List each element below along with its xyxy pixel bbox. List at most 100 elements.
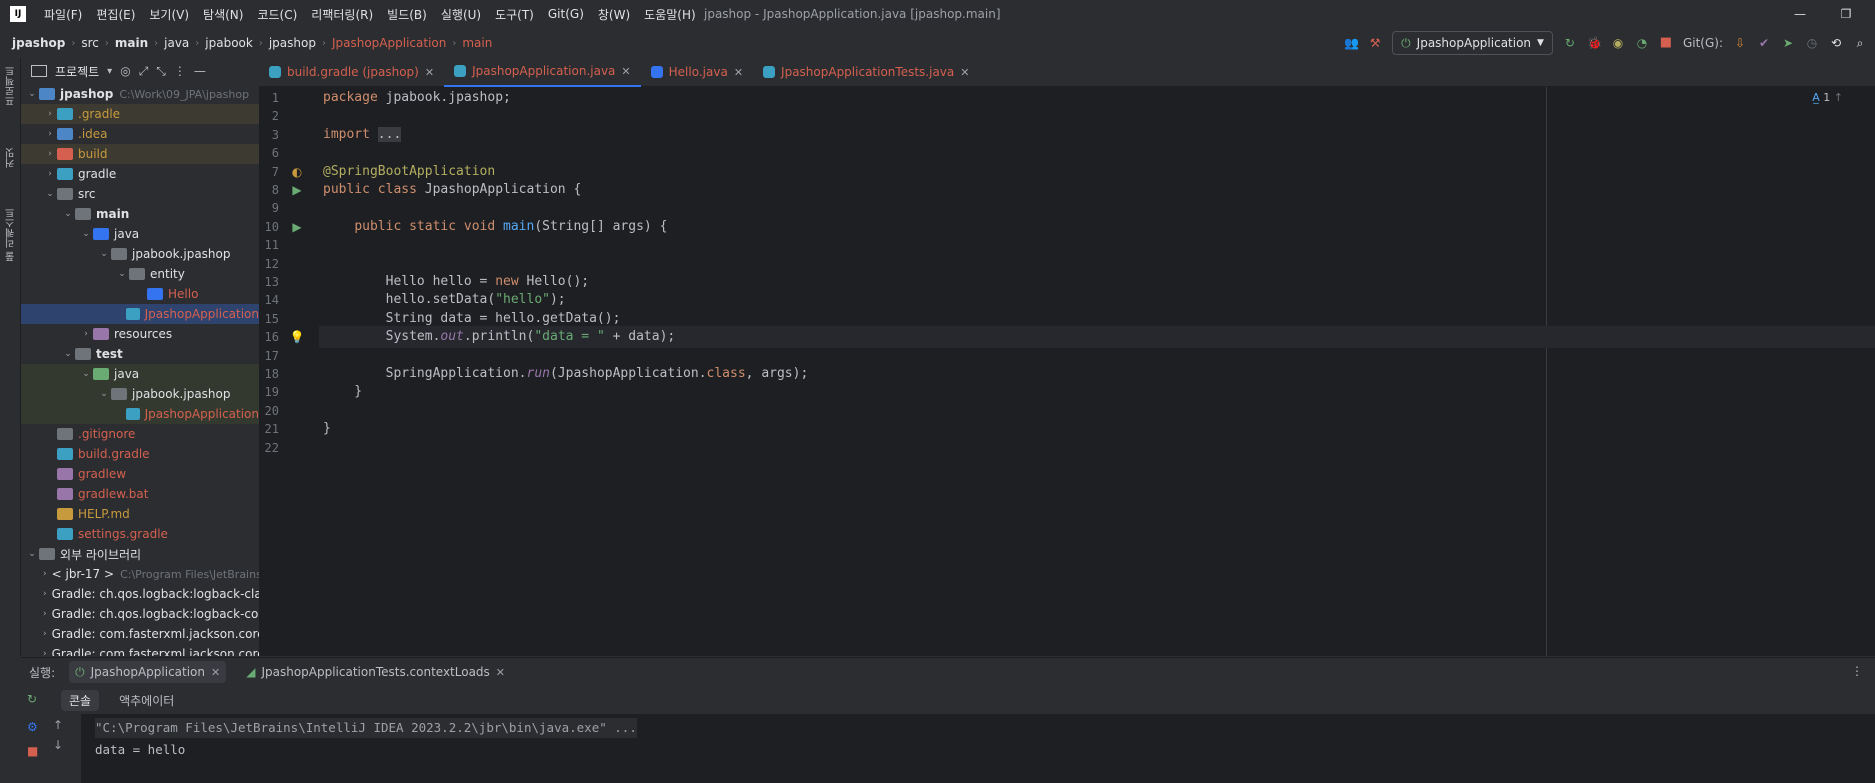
menu-item-5[interactable]: 리팩터링(R) (311, 6, 373, 23)
minimize-icon[interactable]: — (1790, 4, 1810, 24)
tree-item[interactable]: HELP.md (21, 504, 259, 524)
tree-item[interactable]: ⌄ jpabook.jpashop (21, 244, 259, 264)
tree-item[interactable]: settings.gradle (21, 524, 259, 544)
tree-item[interactable]: ⌄ test (21, 344, 259, 364)
breadcrumb-item[interactable]: main (115, 36, 148, 50)
console-tab[interactable]: 콘솔 (61, 689, 100, 711)
menu-item-9[interactable]: Git(G) (548, 7, 584, 21)
tree-item[interactable]: .gitignore (21, 424, 259, 444)
tree-item[interactable]: ⌄ entity (21, 264, 259, 284)
breadcrumb-item[interactable]: JpashopApplication (332, 36, 446, 50)
rerun-icon[interactable]: ↻ (1563, 36, 1577, 50)
chevron-down-icon[interactable]: ⌄ (79, 229, 93, 239)
actuator-tab[interactable]: 액추에이터 (119, 692, 174, 709)
chevron-down-icon[interactable]: ⌄ (25, 89, 39, 99)
tree-item[interactable]: ⌄ java (21, 364, 259, 384)
tree-item[interactable]: gradlew.bat (21, 484, 259, 504)
tree-item[interactable]: ⌄ src (21, 184, 259, 204)
chevron-down-icon[interactable]: ⌄ (79, 369, 93, 379)
restore-icon[interactable]: ❐ (1836, 4, 1856, 24)
pull-requests-tool-button[interactable]: 풀 리퀘스트 (4, 208, 19, 261)
users-icon[interactable]: 👥 (1344, 36, 1359, 50)
tree-item[interactable]: › Gradle: ch.qos.logback:logback-classic (21, 584, 259, 604)
chevron-right-icon[interactable]: › (43, 169, 57, 179)
chevron-right-icon[interactable]: › (43, 609, 47, 619)
breadcrumb-item[interactable]: jpabook (205, 36, 253, 50)
chevron-right-icon[interactable]: › (43, 649, 47, 656)
tree-item[interactable]: › gradle (21, 164, 259, 184)
chevron-down-icon[interactable]: ⌄ (97, 389, 111, 399)
chevron-right-icon[interactable]: › (43, 149, 57, 159)
build-hammer-icon[interactable]: ⚒ (1368, 36, 1382, 50)
tree-item[interactable]: › < jbr-17 > C:\Program Files\JetBrains (21, 564, 259, 584)
run-tab[interactable]: ⏻ JpashopApplication ✕ (69, 661, 227, 683)
run-gutter-icon[interactable]: ▶ (289, 216, 305, 238)
arrow-down-icon[interactable]: ↓ (53, 738, 63, 752)
chevron-down-icon[interactable]: ▾ (107, 66, 112, 77)
run-gutter-icon[interactable]: ▶ (289, 179, 305, 201)
chevron-down-icon[interactable]: ⌄ (97, 249, 111, 259)
tree-item[interactable]: ⌄ main (21, 204, 259, 224)
menu-item-8[interactable]: 도구(T) (495, 6, 534, 23)
close-icon[interactable]: ✕ (621, 65, 630, 78)
breadcrumb-item[interactable]: jpashop (269, 36, 316, 50)
tree-item[interactable]: › build (21, 144, 259, 164)
tree-item[interactable]: › resources (21, 324, 259, 344)
stop-icon[interactable]: ■ (1659, 36, 1673, 50)
line-number[interactable]: 22 (249, 437, 279, 459)
chevron-down-icon[interactable]: ⌄ (25, 549, 39, 559)
menu-item-3[interactable]: 탐색(N) (203, 6, 243, 23)
hide-panel-icon[interactable]: — (194, 64, 206, 78)
code-line[interactable]: System.out.println("data = " + data); (323, 326, 676, 348)
chevron-right-icon[interactable]: › (43, 589, 47, 599)
chevron-right-icon[interactable]: › (43, 629, 47, 639)
stop-icon[interactable]: ■ (27, 744, 38, 758)
tree-item[interactable]: ⌄ java (21, 224, 259, 244)
menu-item-0[interactable]: 파일(F) (44, 6, 82, 23)
close-icon[interactable]: ✕ (211, 666, 220, 679)
arrow-up-icon[interactable]: ↑ (53, 718, 63, 732)
menu-item-11[interactable]: 도움말(H) (644, 6, 696, 23)
commit-tool-button[interactable]: 커밋 (4, 148, 19, 168)
rollback-icon[interactable]: ⟲ (1829, 36, 1843, 50)
expand-all-icon[interactable]: ⤢ (139, 64, 149, 79)
chevron-down-icon[interactable]: ⌄ (115, 269, 129, 279)
tree-item[interactable]: Hello (21, 284, 259, 304)
chevron-down-icon[interactable]: ⌄ (43, 189, 57, 199)
options-menu-icon[interactable]: ⋮ (174, 64, 186, 78)
collapse-all-icon[interactable]: ⤡ (156, 64, 166, 79)
git-update-icon[interactable]: ⇩ (1733, 36, 1747, 50)
tree-item[interactable]: JpashopApplication (21, 404, 259, 424)
code-line[interactable]: SpringApplication.run(JpashopApplication… (323, 363, 809, 385)
breadcrumb-item[interactable]: main (462, 36, 492, 50)
tree-item[interactable]: gradlew (21, 464, 259, 484)
breadcrumb-item[interactable]: java (164, 36, 189, 50)
code-line[interactable]: } (323, 418, 331, 440)
menu-item-2[interactable]: 보기(V) (149, 6, 189, 23)
tree-item[interactable]: build.gradle (21, 444, 259, 464)
breadcrumb-item[interactable]: src (81, 36, 99, 50)
tree-item[interactable]: ⌄ jpashop C:\Work\09_JPA\jpashop (21, 84, 259, 104)
locate-icon[interactable]: ◎ (120, 64, 130, 78)
project-tool-button[interactable]: 프로젝트 (4, 66, 19, 106)
menu-item-10[interactable]: 창(W) (598, 6, 630, 23)
tree-item[interactable]: › Gradle: com.fasterxml.jackson.core (21, 624, 259, 644)
breadcrumb-item[interactable]: jpashop (12, 36, 65, 50)
menu-item-7[interactable]: 실행(U) (441, 6, 481, 23)
git-push-icon[interactable]: ➤ (1781, 36, 1795, 50)
close-icon[interactable]: ✕ (734, 66, 743, 79)
editor-tab[interactable]: Hello.java ✕ (641, 58, 753, 86)
tree-item[interactable]: › Gradle: ch.qos.logback:logback-core (21, 604, 259, 624)
code-line[interactable]: public class JpashopApplication { (323, 179, 581, 201)
arrow-up-icon[interactable]: ↑ (1834, 91, 1843, 104)
editor-tab[interactable]: JpashopApplicationTests.java ✕ (753, 58, 979, 86)
chevron-down-icon[interactable]: ⌄ (61, 349, 75, 359)
editor-tab[interactable]: build.gradle (jpashop) ✕ (259, 58, 444, 86)
tree-item[interactable]: › Gradle: com.fasterxml.jackson.core (21, 644, 259, 656)
tree-item[interactable]: ⌄ jpabook.jpashop (21, 384, 259, 404)
options-menu-icon[interactable]: ⋮ (1851, 664, 1863, 678)
menu-item-4[interactable]: 코드(C) (257, 6, 297, 23)
chevron-right-icon[interactable]: › (43, 129, 57, 139)
menu-item-6[interactable]: 빌드(B) (387, 6, 427, 23)
coverage-icon[interactable]: ◉ (1611, 36, 1625, 50)
